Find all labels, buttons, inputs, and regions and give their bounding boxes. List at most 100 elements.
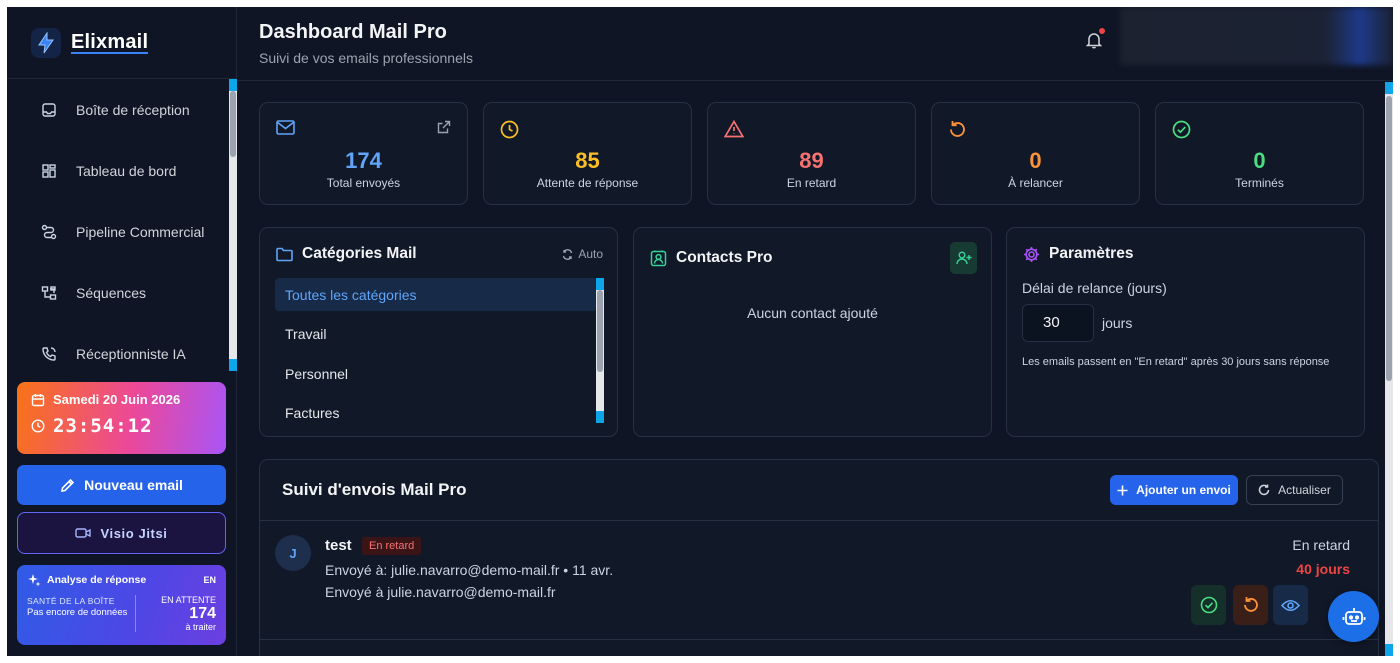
sidebar-item-dashboard[interactable]: Tableau de bord: [7, 140, 229, 201]
dashboard-grid-icon: [41, 163, 57, 179]
table-row[interactable]: J test En retard Envoyé à: julie.navarro…: [260, 521, 1378, 640]
eye-icon: [1281, 599, 1300, 611]
rotate-ccw-icon: [950, 121, 965, 137]
stat-label: À relancer: [1008, 176, 1063, 190]
date-time-card: Samedi 20 Juin 2026 23:54:12: [17, 382, 226, 454]
pending-count: 174: [189, 605, 216, 622]
sidebar-scrollbar[interactable]: [229, 79, 237, 371]
sidebar-item-label: Pipeline Commercial: [76, 223, 205, 240]
row-recipient-date: Envoyé à: julie.navarro@demo-mail.fr • 1…: [325, 562, 614, 578]
calendar-icon: [31, 393, 45, 406]
response-analysis-card[interactable]: Analyse de réponse EN SANTÉ DE LA BOÎTE …: [17, 565, 226, 645]
bolt-icon: [31, 27, 61, 58]
scrollbar-thumb[interactable]: [597, 290, 603, 372]
stat-card-total-sent[interactable]: 174 Total envoyés: [259, 102, 468, 205]
category-personal[interactable]: Personnel: [275, 357, 597, 390]
add-send-button[interactable]: Ajouter un envoi: [1110, 475, 1238, 505]
user-plus-icon: [955, 251, 971, 265]
sidebar-item-receptionist[interactable]: Réceptionniste IA: [7, 323, 229, 371]
delay-note: Les emails passent en "En retard" après …: [1022, 356, 1330, 368]
avatar: J: [275, 535, 311, 571]
scrollbar-thumb[interactable]: [1386, 96, 1392, 381]
scroll-down-arrow[interactable]: [229, 359, 237, 371]
pending-caption: EN ATTENTE: [161, 595, 216, 605]
scroll-down-arrow[interactable]: [1385, 644, 1393, 656]
settings-gear-icon: [1024, 246, 1039, 262]
sidebar-item-label: Réceptionniste IA: [76, 345, 186, 362]
add-contact-button[interactable]: [950, 242, 977, 274]
stat-card-awaiting-reply[interactable]: 85 Attente de réponse: [483, 102, 692, 205]
notifications-button[interactable]: [1085, 28, 1105, 54]
analysis-title: Analyse de réponse: [47, 574, 147, 586]
auto-toggle[interactable]: Auto: [562, 247, 603, 261]
stat-value: 85: [575, 148, 600, 173]
scroll-down-arrow[interactable]: [596, 411, 604, 423]
language-badge[interactable]: EN: [203, 575, 216, 585]
workflow-icon: [41, 285, 57, 301]
video-icon: [75, 528, 92, 538]
category-list: Toutes les catégories Travail Personnel …: [275, 278, 597, 423]
settings-title: Paramètres: [1049, 245, 1134, 262]
phone-icon: [41, 346, 57, 362]
sidebar-nav: Boîte de réception Tableau de bord Pipel…: [7, 79, 229, 371]
visio-label: Visio Jitsi: [100, 525, 168, 541]
page-subtitle: Suivi de vos emails professionnels: [259, 50, 473, 66]
sidebar-item-label: Tableau de bord: [76, 162, 177, 179]
main-content: 174 Total envoyés 85 Attente de réponse …: [238, 82, 1385, 656]
contact-card-icon: [650, 250, 667, 266]
user-profile-blurred[interactable]: [1120, 7, 1393, 65]
main-scrollbar[interactable]: [1385, 82, 1393, 656]
delay-label: Délai de relance (jours): [1022, 280, 1167, 296]
health-value: Pas encore de données: [27, 607, 128, 618]
page-header: Dashboard Mail Pro Suivi de vos emails p…: [238, 7, 1393, 81]
category-all[interactable]: Toutes les catégories: [275, 278, 597, 311]
stat-label: Attente de réponse: [536, 176, 639, 190]
route-icon: [41, 224, 57, 240]
category-scrollbar[interactable]: [596, 278, 604, 423]
notification-dot: [1099, 28, 1105, 34]
scrollbar-thumb[interactable]: [230, 91, 236, 157]
refresh-label: Actualiser: [1278, 483, 1331, 497]
pencil-icon: [61, 478, 75, 492]
delay-unit: jours: [1102, 315, 1133, 331]
logo-text: Elixmail: [71, 30, 149, 54]
scroll-up-arrow[interactable]: [1385, 82, 1393, 94]
scroll-up-arrow[interactable]: [229, 79, 237, 91]
new-email-label: Nouveau email: [84, 477, 183, 493]
category-invoices[interactable]: Factures: [275, 397, 597, 424]
status-badge: En retard: [362, 537, 422, 555]
view-button[interactable]: [1273, 585, 1308, 625]
stats-row: 174 Total envoyés 85 Attente de réponse …: [259, 102, 1364, 205]
rotate-ccw-icon: [1243, 597, 1258, 612]
stat-card-late[interactable]: 89 En retard: [707, 102, 916, 205]
scroll-up-arrow[interactable]: [596, 278, 604, 290]
sidebar: Elixmail Boîte de réception Tableau de b…: [7, 7, 237, 656]
refresh-button[interactable]: Actualiser: [1246, 475, 1343, 505]
pending-sub: à traiter: [185, 622, 216, 632]
check-circle-icon: [1172, 120, 1191, 139]
current-time: 23:54:12: [53, 415, 153, 437]
logo[interactable]: Elixmail: [7, 7, 237, 79]
delay-input[interactable]: 30: [1022, 304, 1094, 342]
external-link-icon[interactable]: [437, 120, 451, 134]
sidebar-item-inbox[interactable]: Boîte de réception: [7, 79, 229, 140]
categories-title: Catégories Mail: [302, 245, 417, 262]
visio-jitsi-button[interactable]: Visio Jitsi: [17, 512, 226, 554]
contacts-title: Contacts Pro: [676, 249, 773, 266]
new-email-button[interactable]: Nouveau email: [17, 465, 226, 505]
stat-card-to-follow-up[interactable]: 0 À relancer: [931, 102, 1140, 205]
sidebar-item-pipeline[interactable]: Pipeline Commercial: [7, 201, 229, 262]
check-circle-icon: [1200, 596, 1217, 614]
contacts-panel: Contacts Pro Aucun contact ajouté: [633, 227, 992, 437]
stat-card-completed[interactable]: 0 Terminés: [1155, 102, 1364, 205]
sidebar-item-sequences[interactable]: Séquences: [7, 262, 229, 323]
category-work[interactable]: Travail: [275, 318, 597, 351]
mark-done-button[interactable]: [1191, 585, 1226, 625]
categories-panel: Catégories Mail Auto Toutes les catégori…: [259, 227, 618, 437]
page-title: Dashboard Mail Pro: [259, 21, 447, 43]
ai-assistant-button[interactable]: [1328, 591, 1379, 642]
folder-icon: [276, 247, 293, 261]
mail-icon: [276, 120, 295, 135]
contacts-empty-text: Aucun contact ajouté: [747, 305, 878, 321]
follow-up-button[interactable]: [1233, 585, 1268, 625]
